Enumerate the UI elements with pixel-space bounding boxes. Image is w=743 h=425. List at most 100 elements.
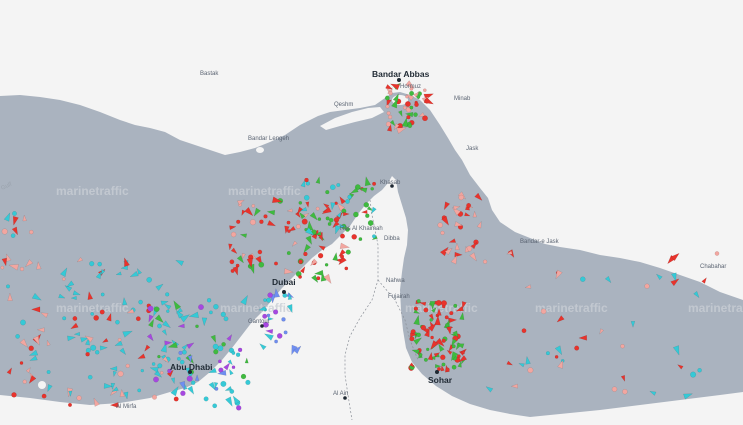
- vessel-marker[interactable]: [195, 324, 199, 329]
- vessel-marker[interactable]: [445, 367, 450, 372]
- vessel-marker[interactable]: [263, 214, 268, 219]
- vessel-marker[interactable]: [206, 298, 212, 303]
- vessel-marker[interactable]: [445, 323, 450, 328]
- vessel-marker[interactable]: [180, 390, 186, 396]
- vessel-marker[interactable]: [344, 266, 349, 271]
- vessel-marker[interactable]: [213, 304, 219, 310]
- vessel-marker[interactable]: [231, 365, 236, 369]
- vessel-marker[interactable]: [213, 349, 219, 355]
- vessel-marker[interactable]: [274, 339, 278, 344]
- vessel-marker[interactable]: [423, 307, 429, 313]
- vessel-marker[interactable]: [235, 352, 241, 357]
- vessel-marker[interactable]: [117, 338, 122, 342]
- vessel-marker[interactable]: [414, 102, 419, 107]
- vessel-marker[interactable]: [416, 299, 421, 304]
- vessel-marker[interactable]: [372, 234, 376, 239]
- vessel-marker[interactable]: [274, 261, 278, 266]
- vessel-marker[interactable]: [259, 219, 264, 224]
- vessel-marker[interactable]: [236, 219, 241, 224]
- vessel-marker[interactable]: [19, 361, 24, 365]
- vessel-marker[interactable]: [620, 344, 625, 349]
- vessel-marker[interactable]: [262, 313, 268, 319]
- vessel-marker[interactable]: [229, 259, 235, 265]
- vessel-marker[interactable]: [258, 261, 265, 268]
- vessel-marker[interactable]: [420, 324, 427, 331]
- vessel-marker[interactable]: [345, 199, 350, 204]
- vessel-marker[interactable]: [257, 249, 263, 255]
- vessel-marker[interactable]: [353, 211, 359, 218]
- vessel-marker[interactable]: [451, 364, 457, 370]
- vessel-marker[interactable]: [95, 350, 100, 355]
- vessel-marker[interactable]: [87, 374, 93, 380]
- vessel-marker[interactable]: [358, 237, 363, 241]
- vessel-marker[interactable]: [456, 354, 461, 359]
- vessel-marker[interactable]: [221, 342, 226, 347]
- vessel-marker[interactable]: [212, 343, 219, 350]
- vessel-marker[interactable]: [182, 349, 187, 355]
- vessel-marker[interactable]: [20, 319, 26, 326]
- vessel-marker[interactable]: [315, 206, 320, 211]
- vessel-marker[interactable]: [416, 95, 421, 99]
- vessel-marker[interactable]: [527, 367, 534, 374]
- vessel-marker[interactable]: [240, 373, 247, 380]
- vessel-marker[interactable]: [697, 368, 702, 373]
- vessel-marker[interactable]: [157, 354, 161, 359]
- vessel-marker[interactable]: [407, 123, 413, 129]
- vessel-marker[interactable]: [405, 101, 411, 107]
- vessel-marker[interactable]: [100, 292, 105, 297]
- vessel-marker[interactable]: [328, 217, 334, 223]
- vessel-marker[interactable]: [298, 259, 303, 264]
- vessel-marker[interactable]: [317, 217, 322, 221]
- vessel-marker[interactable]: [451, 344, 456, 349]
- vessel-marker[interactable]: [441, 338, 446, 343]
- vessel-marker[interactable]: [540, 308, 547, 315]
- vessel-marker[interactable]: [217, 345, 224, 352]
- vessel-marker[interactable]: [370, 187, 374, 191]
- vessel-marker[interactable]: [146, 277, 152, 283]
- vessel-marker[interactable]: [147, 305, 154, 312]
- vessel-marker[interactable]: [580, 276, 586, 282]
- vessel-marker[interactable]: [444, 315, 449, 320]
- vessel-marker[interactable]: [449, 311, 454, 316]
- vessel-marker[interactable]: [409, 105, 414, 110]
- vessel-marker[interactable]: [166, 309, 170, 313]
- vessel-marker[interactable]: [466, 203, 472, 208]
- vessel-marker[interactable]: [267, 292, 273, 298]
- vessel-marker[interactable]: [0, 265, 5, 270]
- vessel-marker[interactable]: [178, 350, 183, 355]
- vessel-marker[interactable]: [90, 312, 94, 316]
- vessel-marker[interactable]: [251, 204, 256, 208]
- vessel-marker[interactable]: [453, 303, 458, 308]
- vessel-marker[interactable]: [287, 229, 291, 233]
- vessel-marker[interactable]: [385, 121, 392, 127]
- vessel-marker[interactable]: [135, 316, 141, 322]
- vessel-marker[interactable]: [317, 253, 324, 259]
- vessel-marker[interactable]: [209, 310, 213, 315]
- vessel-marker[interactable]: [282, 293, 288, 298]
- vessel-marker[interactable]: [117, 370, 124, 377]
- vessel-marker[interactable]: [301, 218, 308, 225]
- vessel-marker[interactable]: [416, 332, 421, 338]
- vessel-marker[interactable]: [305, 181, 310, 186]
- vessel-marker[interactable]: [423, 88, 427, 92]
- vessel-marker[interactable]: [28, 345, 34, 351]
- vessel-marker[interactable]: [622, 389, 628, 395]
- vessel-marker[interactable]: [6, 284, 10, 289]
- vessel-marker[interactable]: [367, 220, 374, 226]
- vessel-marker[interactable]: [339, 254, 345, 259]
- vessel-marker[interactable]: [325, 216, 330, 221]
- vessel-marker[interactable]: [440, 230, 445, 235]
- vessel-marker[interactable]: [351, 234, 357, 240]
- vessel-marker[interactable]: [165, 292, 170, 297]
- vessel-marker[interactable]: [435, 299, 442, 306]
- vessel-marker[interactable]: [191, 380, 196, 385]
- vessel-marker[interactable]: [303, 194, 310, 201]
- vessel-marker[interactable]: [220, 311, 226, 317]
- vessel-marker[interactable]: [388, 91, 393, 96]
- vessel-marker[interactable]: [437, 222, 443, 228]
- vessel-marker[interactable]: [19, 266, 25, 272]
- vessel-marker[interactable]: [304, 177, 309, 183]
- vessel-marker[interactable]: [218, 359, 222, 364]
- vessel-marker[interactable]: [336, 183, 341, 187]
- vessel-marker[interactable]: [325, 190, 330, 195]
